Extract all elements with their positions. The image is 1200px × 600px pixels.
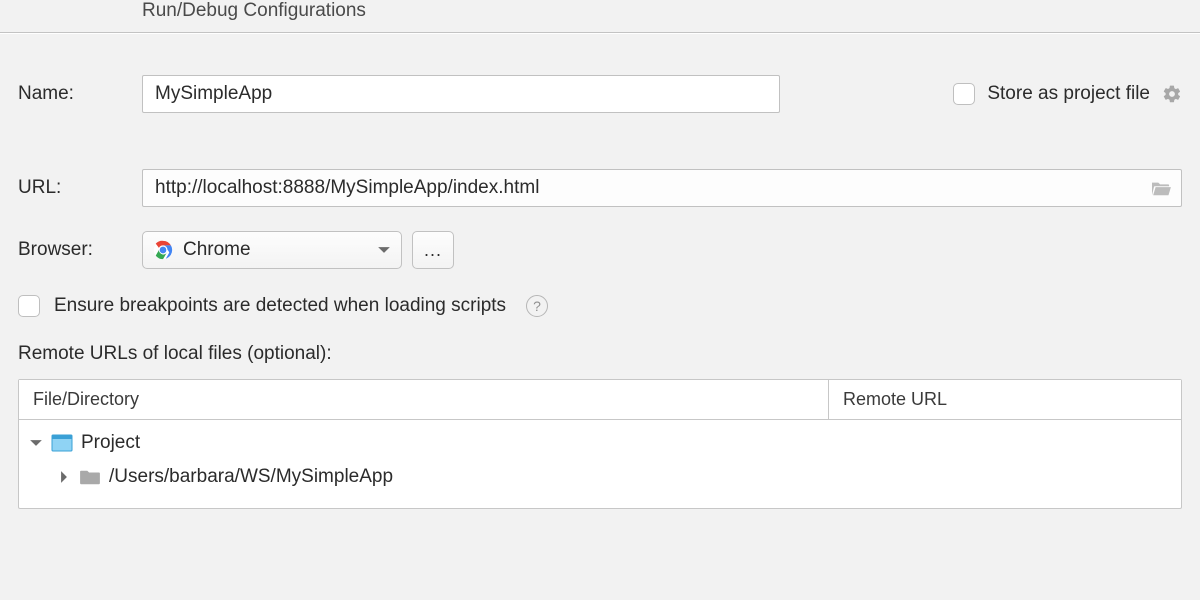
tree-row-folder[interactable]: /Users/barbara/WS/MySimpleApp (19, 460, 1181, 494)
column-header-remote-url[interactable]: Remote URL (829, 380, 1181, 420)
tree-row-project[interactable]: Project (19, 426, 1181, 460)
table-body: Project /Users/barbara/WS/MySimpleApp (19, 420, 1181, 508)
browser-more-button[interactable]: ... (412, 231, 454, 269)
url-label: URL: (18, 177, 142, 199)
store-project-file-area: Store as project file (953, 83, 1182, 105)
help-icon[interactable]: ? (526, 295, 548, 317)
more-label: ... (424, 240, 442, 261)
name-input[interactable] (142, 75, 780, 113)
column-header-file-directory[interactable]: File/Directory (19, 380, 829, 420)
chevron-down-icon (377, 243, 391, 257)
chrome-icon (153, 240, 173, 260)
gear-icon[interactable] (1162, 84, 1182, 104)
url-input-wrapper (142, 169, 1182, 207)
window-title: Run/Debug Configurations (142, 0, 366, 22)
browser-label: Browser: (18, 239, 142, 261)
ensure-breakpoints-row: Ensure breakpoints are detected when loa… (18, 295, 1182, 317)
browser-row: Browser: Chrome ... (18, 231, 1182, 269)
disclosure-open-icon[interactable] (29, 436, 43, 450)
store-project-file-checkbox[interactable] (953, 83, 975, 105)
url-row: URL: (18, 169, 1182, 207)
name-label: Name: (18, 83, 142, 105)
folder-open-icon[interactable] (1150, 179, 1172, 197)
remote-urls-section-label: Remote URLs of local files (optional): (18, 343, 1182, 365)
tree-label: /Users/barbara/WS/MySimpleApp (109, 466, 393, 488)
store-project-file-label: Store as project file (987, 83, 1150, 105)
browser-select[interactable]: Chrome (142, 231, 402, 269)
project-icon (51, 434, 73, 452)
window-title-bar: Run/Debug Configurations (0, 0, 1200, 32)
config-form: Name: Store as project file URL: Browser… (0, 33, 1200, 509)
browser-value: Chrome (183, 239, 367, 261)
ensure-breakpoints-label: Ensure breakpoints are detected when loa… (54, 295, 506, 317)
name-row: Name: Store as project file (18, 75, 1182, 113)
disclosure-closed-icon[interactable] (57, 470, 71, 484)
url-input[interactable] (142, 169, 1182, 207)
ensure-breakpoints-checkbox[interactable] (18, 295, 40, 317)
table-header: File/Directory Remote URL (19, 380, 1181, 420)
tree-label: Project (81, 432, 140, 454)
folder-icon (79, 468, 101, 486)
remote-urls-table: File/Directory Remote URL Project (18, 379, 1182, 509)
